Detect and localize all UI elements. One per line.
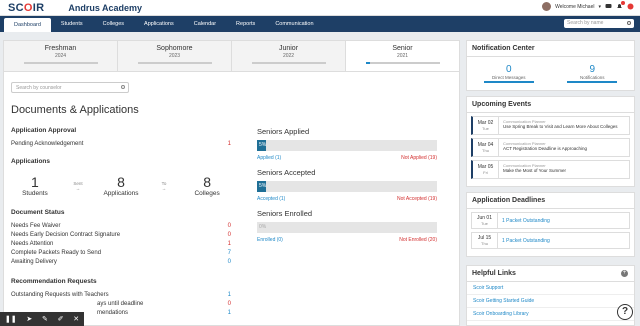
progress-bar: 5% bbox=[257, 181, 437, 192]
progress-fill bbox=[365, 62, 370, 64]
main-nav: Dashboard Students Colleges Applications… bbox=[0, 16, 640, 32]
bell-icon[interactable] bbox=[616, 1, 625, 10]
pause-icon[interactable]: ❚❚ bbox=[5, 315, 17, 323]
grid-icon[interactable] bbox=[627, 3, 634, 10]
deadline-item[interactable]: Jun 01 Tue 1 Packet Outstanding bbox=[471, 212, 630, 229]
search-icon[interactable] bbox=[121, 85, 125, 89]
scoir-logo[interactable]: SCOIR bbox=[8, 2, 44, 14]
year-progress-bar bbox=[23, 62, 98, 64]
applications-summary: 1 Students Sent → 8 Applications To → 8 Colle… bbox=[11, 171, 231, 201]
colleges-stat[interactable]: 8 Colleges bbox=[183, 175, 231, 198]
year-progress-bar bbox=[251, 62, 326, 64]
tab-applications[interactable]: Applications bbox=[134, 16, 184, 32]
tab-reports[interactable]: Reports bbox=[226, 16, 265, 32]
list-item[interactable]: Needs Fee Waiver 0 bbox=[11, 222, 231, 231]
progress-bar: 5% bbox=[257, 140, 437, 151]
counselor-search-input[interactable]: Search by counselor bbox=[11, 82, 129, 93]
seniors-enrolled: Seniors Enrolled 0% Enrolled (0) Not Enro… bbox=[257, 209, 437, 243]
helpful-links: Helpful Links + Scoir Support Scoir Gett… bbox=[466, 265, 635, 326]
avatar[interactable] bbox=[542, 2, 552, 11]
list-item[interactable]: Awaiting Delivery 0 bbox=[11, 258, 231, 267]
to-arrow: To → bbox=[161, 181, 167, 191]
students-stat[interactable]: 1 Students bbox=[11, 175, 59, 198]
list-item[interactable]: Needs Attention 1 bbox=[11, 240, 231, 249]
upcoming-events: Upcoming Events Mar 02 Tue Communication P… bbox=[466, 96, 635, 187]
page-title: Documents & Applications bbox=[11, 104, 139, 116]
event-item[interactable]: Mar 05 Fri Communication Planner Make the M… bbox=[471, 160, 630, 179]
chevron-down-icon[interactable]: ▾ bbox=[598, 4, 601, 10]
applications-stat[interactable]: 8 Applications bbox=[97, 175, 145, 198]
search-icon[interactable] bbox=[627, 21, 631, 25]
top-bar: SCOIR Andrus Academy Welcome Michael ▾ bbox=[0, 0, 640, 16]
tab-communication[interactable]: Communication bbox=[265, 16, 323, 32]
annotation-toolbar: ❚❚ ➤ ✎ ✐ ✕ bbox=[0, 312, 84, 326]
year-progress-bar bbox=[137, 62, 212, 64]
accepted-link[interactable]: Accepted (1) bbox=[257, 196, 285, 202]
enrolled-link[interactable]: Enrolled (0) bbox=[257, 237, 283, 243]
highlighter-icon[interactable]: ✐ bbox=[58, 315, 64, 323]
section-title: Application Approval bbox=[11, 127, 77, 134]
cursor-icon[interactable]: ➤ bbox=[26, 315, 32, 323]
dashboard-panel: Freshman 2024 Sophomore 2023 Junior 2022 Se… bbox=[3, 40, 460, 326]
section-title: Applications bbox=[11, 158, 51, 165]
link-scoir-support[interactable]: Scoir Support bbox=[467, 282, 634, 295]
applied-link[interactable]: Applied (1) bbox=[257, 155, 281, 161]
chat-icon[interactable] bbox=[605, 3, 612, 10]
section-title: Document Status bbox=[11, 209, 65, 216]
application-deadlines: Application Deadlines Jun 01 Tue 1 Packet … bbox=[466, 192, 635, 257]
year-tab-junior[interactable]: Junior 2022 bbox=[232, 41, 346, 71]
tab-colleges[interactable]: Colleges bbox=[93, 16, 134, 32]
sent-arrow: Sent → bbox=[73, 181, 83, 191]
progress-bar: 0% bbox=[257, 222, 437, 233]
notification-dot bbox=[621, 1, 625, 5]
help-icon[interactable]: ? bbox=[617, 304, 633, 320]
list-item[interactable]: Complete Packets Ready to Send 7 bbox=[11, 249, 231, 258]
notification-center: Notification Center 0 Direct Messages 9 No… bbox=[466, 40, 635, 91]
year-tab-sophomore[interactable]: Sophomore 2023 bbox=[118, 41, 232, 71]
list-item[interactable]: Needs Early Decision Contract Signature 0 bbox=[11, 231, 231, 240]
tab-calendar[interactable]: Calendar bbox=[184, 16, 226, 32]
direct-messages[interactable]: 0 Direct Messages bbox=[483, 64, 534, 83]
list-item[interactable]: ays until deadline 0 bbox=[11, 300, 231, 309]
list-item[interactable]: Outstanding Requests with Teachers 1 bbox=[11, 291, 231, 300]
tab-students[interactable]: Students bbox=[51, 16, 93, 32]
seniors-accepted: Seniors Accepted 5% Accepted (1) Not Acce… bbox=[257, 168, 437, 202]
link-getting-started[interactable]: Scoir Getting Started Guide bbox=[467, 295, 634, 308]
section-title: Recommendation Requests bbox=[11, 278, 97, 285]
event-item[interactable]: Mar 02 Tue Communication Planner Use Spring… bbox=[471, 116, 630, 135]
school-name: Andrus Academy bbox=[68, 2, 143, 13]
not-accepted-link[interactable]: Not Accepted (19) bbox=[397, 196, 437, 202]
year-tab-senior[interactable]: Senior 2021 bbox=[346, 41, 459, 71]
notifications[interactable]: 9 Notifications bbox=[567, 64, 618, 83]
list-item[interactable]: Pending Acknowledgement 1 bbox=[11, 140, 231, 149]
seniors-applied: Seniors Applied 5% Applied (1) Not Applie… bbox=[257, 127, 437, 161]
not-enrolled-link[interactable]: Not Enrolled (20) bbox=[399, 237, 437, 243]
close-icon[interactable]: ✕ bbox=[73, 315, 79, 323]
pen-icon[interactable]: ✎ bbox=[42, 315, 48, 323]
welcome-text[interactable]: Welcome Michael bbox=[555, 4, 594, 10]
event-item[interactable]: Mar 04 Thu Communication Planner ACT Regist… bbox=[471, 138, 630, 157]
year-tab-freshman[interactable]: Freshman 2024 bbox=[4, 41, 118, 71]
year-progress-bar bbox=[365, 62, 440, 64]
not-applied-link[interactable]: Not Applied (19) bbox=[401, 155, 437, 161]
link-onboarding-library[interactable]: Scoir Onboarding Library bbox=[467, 308, 634, 321]
deadline-item[interactable]: Jul 15 Thu 1 Packet Outstanding bbox=[471, 232, 630, 249]
add-link-icon[interactable]: + bbox=[621, 270, 628, 277]
search-input[interactable]: Search by name bbox=[564, 19, 634, 28]
tab-dashboard[interactable]: Dashboard bbox=[4, 18, 51, 32]
